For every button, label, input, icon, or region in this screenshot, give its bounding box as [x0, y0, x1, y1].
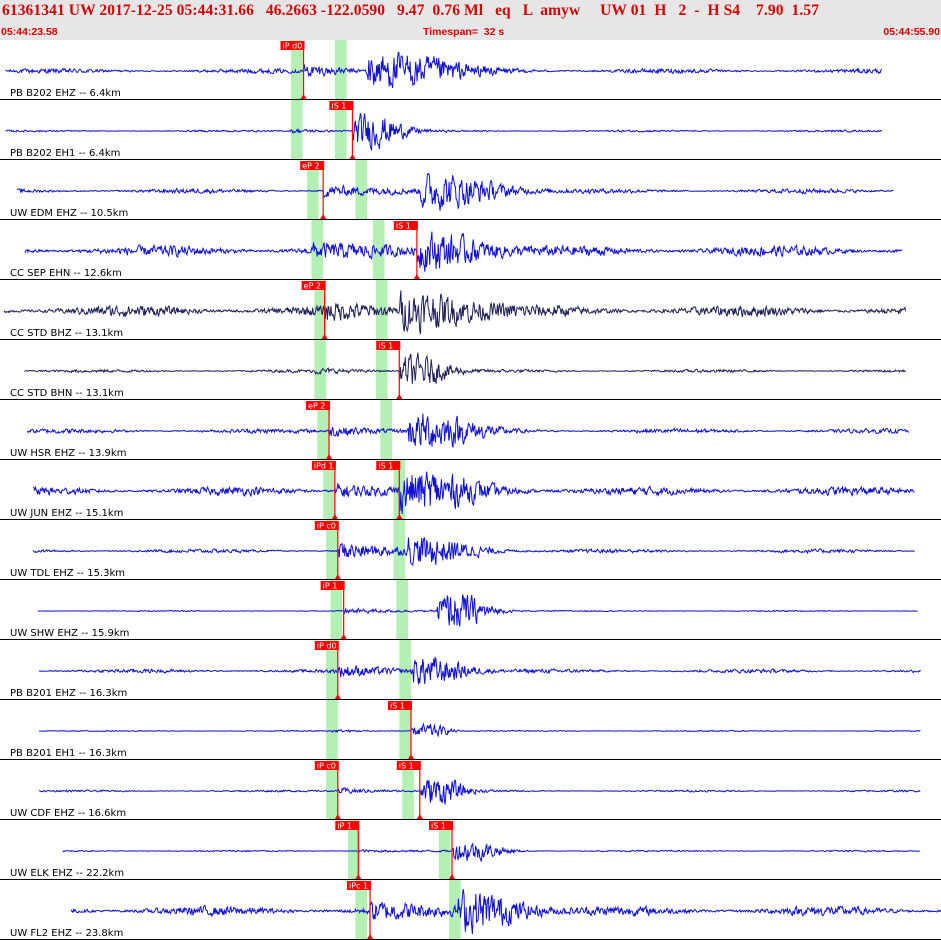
s-pick-tag: iS 1 [390, 702, 405, 711]
trace-row[interactable]: iS 1 CC STD BHN -- 13.1km [0, 340, 941, 400]
s-pick-arrow [416, 814, 423, 819]
waveform-trace [70, 889, 941, 935]
station-label: PB B202 EHZ -- 6.4km [10, 88, 121, 99]
p-pick-tag: iP d0 [283, 42, 303, 51]
event-header: 61361341 UW 2017-12-25 05:44:31.66 46.26… [0, 0, 941, 40]
station-label: UW TDL EHZ -- 15.3km [10, 568, 125, 579]
waveform-trace [3, 290, 907, 335]
p-pick-tag: iPd 1 [314, 462, 334, 471]
waveform-trace [38, 656, 921, 685]
timespan-label: Timespan= 32 s [423, 26, 505, 38]
waveform-trace [24, 231, 903, 272]
trace-row[interactable]: eP 2 UW EDM EHZ -- 10.5km [0, 160, 941, 220]
waveform-trace [5, 113, 883, 152]
s-pick-arrow [349, 154, 356, 159]
s-pick-tag: iS 1 [431, 822, 446, 831]
trace-row[interactable]: iP d0 PB B201 EHZ -- 16.3km [0, 640, 941, 700]
waveform-trace [39, 722, 921, 738]
waveform-trace [38, 779, 921, 805]
station-label: CC SEP EHN -- 12.6km [10, 268, 122, 279]
s-pick-arrow [413, 274, 420, 279]
s-window [396, 580, 409, 639]
waveform-trace [16, 172, 894, 211]
s-pick-tag: iS 1 [378, 462, 393, 471]
p-pick-tag: eP 2 [302, 162, 319, 171]
waveform-trace [62, 842, 921, 862]
p-pick-arrow [367, 934, 374, 939]
trace-row[interactable]: iP c0 UW TDL EHZ -- 15.3km [0, 520, 941, 580]
p-pick-tag: iPc 1 [349, 882, 368, 891]
trace-row[interactable]: iP 1 UW SHW EHZ -- 15.9km [0, 580, 941, 640]
p-pick-tag: iP c0 [317, 522, 336, 531]
trace-row[interactable]: eP 2 CC STD BHZ -- 13.1km [0, 280, 941, 340]
s-pick-arrow [396, 394, 403, 399]
station-label: PB B202 EH1 -- 6.4km [10, 148, 120, 159]
s-pick-tag: iS 1 [331, 102, 346, 111]
end-time-label: 05:44:55.90 [883, 26, 940, 38]
station-label: UW CDF EHZ -- 16.6km [10, 808, 126, 819]
p-pick-tag: eP 2 [304, 282, 321, 291]
waveform-trace [33, 471, 915, 515]
start-time-label: 05:44:23.58 [1, 26, 58, 38]
waveform-trace [24, 352, 906, 384]
station-label: PB B201 EH1 -- 16.3km [10, 748, 127, 759]
seismogram-panel[interactable]: iP d0 PB B202 EHZ -- 6.4km iS 1 PB B202 EH1… [0, 40, 941, 940]
station-label: UW EDM EHZ -- 10.5km [10, 208, 128, 219]
s-pick-tag: iS 1 [378, 342, 393, 351]
p-window [326, 700, 338, 759]
station-label: PB B201 EHZ -- 16.3km [10, 688, 127, 699]
trace-row[interactable]: iP 1 iS 1 UW ELK EHZ -- 22.2km [0, 820, 941, 880]
trace-row[interactable]: iPd 1 iS 1 UW JUN EHZ -- 15.1km [0, 460, 941, 520]
p-window [311, 220, 324, 279]
station-label: UW JUN EHZ -- 15.1km [10, 508, 123, 519]
station-label: UW FL2 EHZ -- 23.8km [10, 928, 123, 939]
waveform-trace [32, 537, 915, 567]
trace-row[interactable]: eP 2 UW HSR EHZ -- 13.9km [0, 400, 941, 460]
station-label: CC STD BHN -- 13.1km [10, 388, 124, 399]
station-label: CC STD BHZ -- 13.1km [10, 328, 123, 339]
s-pick-tag: iS 1 [396, 222, 411, 231]
p-pick-tag: eP 2 [308, 402, 325, 411]
event-summary-title: 61361341 UW 2017-12-25 05:44:31.66 46.26… [2, 2, 820, 19]
trace-row[interactable]: iS 1 CC SEP EHN -- 12.6km [0, 220, 941, 280]
p-pick-tag: iP 1 [337, 822, 352, 831]
station-label: UW SHW EHZ -- 15.9km [10, 628, 129, 639]
waveform-trace [5, 52, 883, 88]
s-pick-tag: iS 1 [399, 762, 414, 771]
station-label: UW ELK EHZ -- 22.2km [10, 868, 124, 879]
p-pick-tag: iP d0 [317, 642, 337, 651]
waveform-trace [37, 594, 918, 627]
station-label: UW HSR EHZ -- 13.9km [10, 448, 126, 459]
p-pick-tag: iP c0 [317, 762, 336, 771]
trace-row[interactable]: iP c0 iS 1 UW CDF EHZ -- 16.6km [0, 760, 941, 820]
trace-row[interactable]: iPc 1 UW FL2 EHZ -- 23.8km [0, 880, 941, 940]
trace-row[interactable]: iS 1 PB B202 EH1 -- 6.4km [0, 100, 941, 160]
p-pick-arrow [320, 214, 327, 219]
waveform-trace [26, 413, 910, 448]
trace-row[interactable]: iP d0 PB B202 EHZ -- 6.4km [0, 40, 941, 100]
trace-row[interactable]: iS 1 PB B201 EH1 -- 16.3km [0, 700, 941, 760]
p-pick-tag: iP 1 [323, 582, 338, 591]
